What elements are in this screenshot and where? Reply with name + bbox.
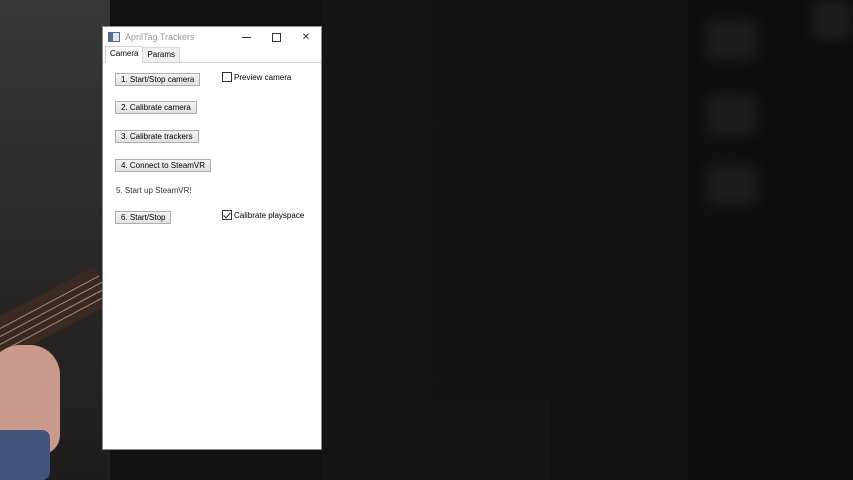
minimize-button[interactable] (231, 27, 261, 47)
preview-camera-label: Preview camera (234, 72, 292, 82)
start-steamvr-instruction: 5. Start up SteamVR! (116, 186, 192, 195)
maximize-icon (271, 32, 281, 42)
window-controls: ✕ (231, 27, 321, 47)
tab-bar: Camera Params (103, 46, 321, 63)
background-light-blur (707, 95, 757, 135)
preview-camera-checkbox[interactable] (222, 72, 232, 82)
background-sleeve (0, 430, 50, 480)
background-floor (330, 400, 550, 480)
connect-steamvr-button[interactable]: 4. Connect to SteamVR (115, 159, 212, 172)
preview-camera-checkbox-row[interactable]: Preview camera (222, 72, 291, 82)
calibrate-playspace-checkbox-row[interactable]: Calibrate playspace (222, 210, 304, 220)
start-stop-button[interactable]: 6. Start/Stop (115, 211, 172, 224)
start-stop-camera-button[interactable]: 1. Start/Stop camera (115, 73, 201, 86)
tab-camera[interactable]: Camera (105, 46, 144, 63)
title-bar[interactable]: AprilTag Trackers ✕ (103, 27, 321, 47)
maximize-button[interactable] (261, 27, 291, 47)
apriltag-trackers-window: AprilTag Trackers ✕ Camera Params 1. Sta… (102, 26, 322, 450)
calibrate-playspace-checkbox[interactable] (222, 210, 232, 220)
calibrate-camera-button[interactable]: 2. Calibrate camera (115, 101, 197, 114)
background-light-blur (707, 165, 757, 205)
window-title: AprilTag Trackers (125, 32, 195, 42)
app-window-icon (108, 32, 120, 42)
tab-params[interactable]: Params (142, 47, 181, 62)
close-icon: ✕ (301, 31, 311, 43)
close-button[interactable]: ✕ (291, 27, 321, 47)
calibrate-playspace-label: Calibrate playspace (234, 210, 305, 220)
background-light-blur (812, 0, 852, 40)
calibrate-trackers-button[interactable]: 3. Calibrate trackers (115, 130, 199, 143)
minimize-icon (241, 36, 251, 38)
background-light-blur (707, 20, 757, 60)
desktop-background: AprilTag Trackers ✕ Camera Params 1. Sta… (0, 0, 853, 480)
